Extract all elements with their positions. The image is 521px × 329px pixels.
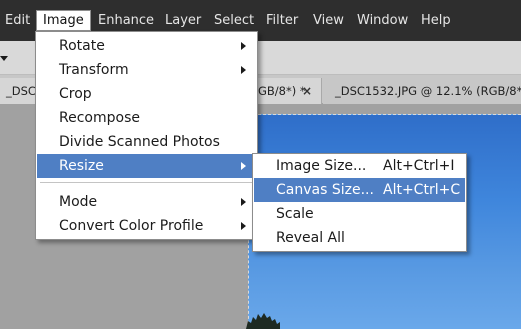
menu-filter[interactable]: Filter [266, 10, 298, 31]
tree-silhouette [246, 313, 280, 329]
chevron-right-icon [241, 162, 246, 170]
menu-item-crop[interactable]: Crop [37, 82, 256, 106]
tab-label-start: _DSC [6, 84, 36, 98]
menu-item-rotate[interactable]: Rotate [37, 34, 256, 58]
shortcut-text: Alt+Ctrl+C [383, 182, 461, 198]
menu-item-label: Transform [59, 62, 129, 78]
submenu-item-image-size[interactable]: Image Size... Alt+Ctrl+I [254, 154, 465, 178]
menu-image[interactable]: Image [36, 10, 91, 31]
chevron-right-icon [241, 222, 246, 230]
menu-item-divide-scanned-photos[interactable]: Divide Scanned Photos [37, 130, 256, 154]
menu-item-label: Convert Color Profile [59, 218, 204, 234]
submenu-item-reveal-all[interactable]: Reveal All [254, 226, 465, 250]
menu-item-transform[interactable]: Transform [37, 58, 256, 82]
menu-item-label: Resize [59, 158, 104, 174]
menu-item-convert-color-profile[interactable]: Convert Color Profile [37, 214, 256, 238]
submenu-item-scale[interactable]: Scale [254, 202, 465, 226]
menu-item-label: Crop [59, 86, 92, 102]
resize-submenu: Image Size... Alt+Ctrl+I Canvas Size... … [252, 153, 467, 252]
menu-item-label: Recompose [59, 110, 140, 126]
image-menu: Rotate Transform Crop Recompose Divide S… [35, 31, 258, 240]
menu-help[interactable]: Help [421, 10, 451, 31]
menu-separator [40, 182, 254, 183]
menu-edit[interactable]: Edit [5, 10, 30, 31]
menu-item-label: Rotate [59, 38, 105, 54]
submenu-item-label: Canvas Size... [276, 182, 374, 198]
tab-label-end: GB/8*) * [258, 84, 306, 98]
tab-label: _DSC1532.JPG @ 12.1% (RGB/8*) [335, 84, 521, 98]
submenu-item-label: Image Size... [276, 158, 367, 174]
document-tab-inactive[interactable]: _DSC1532.JPG @ 12.1% (RGB/8*) [323, 78, 521, 104]
menu-item-recompose[interactable]: Recompose [37, 106, 256, 130]
menu-select[interactable]: Select [214, 10, 254, 31]
submenu-item-label: Scale [276, 206, 314, 222]
chevron-right-icon [241, 66, 246, 74]
menu-item-label: Mode [59, 194, 98, 210]
menu-layer[interactable]: Layer [165, 10, 201, 31]
menu-enhance[interactable]: Enhance [98, 10, 154, 31]
chevron-right-icon [241, 42, 246, 50]
menu-item-label: Divide Scanned Photos [59, 134, 220, 150]
close-icon[interactable]: × [302, 78, 312, 104]
menu-window[interactable]: Window [357, 10, 408, 31]
chevron-right-icon [241, 198, 246, 206]
menu-view[interactable]: View [313, 10, 344, 31]
shortcut-text: Alt+Ctrl+I [383, 158, 455, 174]
menu-item-resize[interactable]: Resize [37, 154, 256, 178]
submenu-item-canvas-size[interactable]: Canvas Size... Alt+Ctrl+C [254, 178, 465, 202]
caret-down-icon[interactable] [0, 56, 8, 61]
menu-item-mode[interactable]: Mode [37, 190, 256, 214]
submenu-item-label: Reveal All [276, 230, 345, 246]
